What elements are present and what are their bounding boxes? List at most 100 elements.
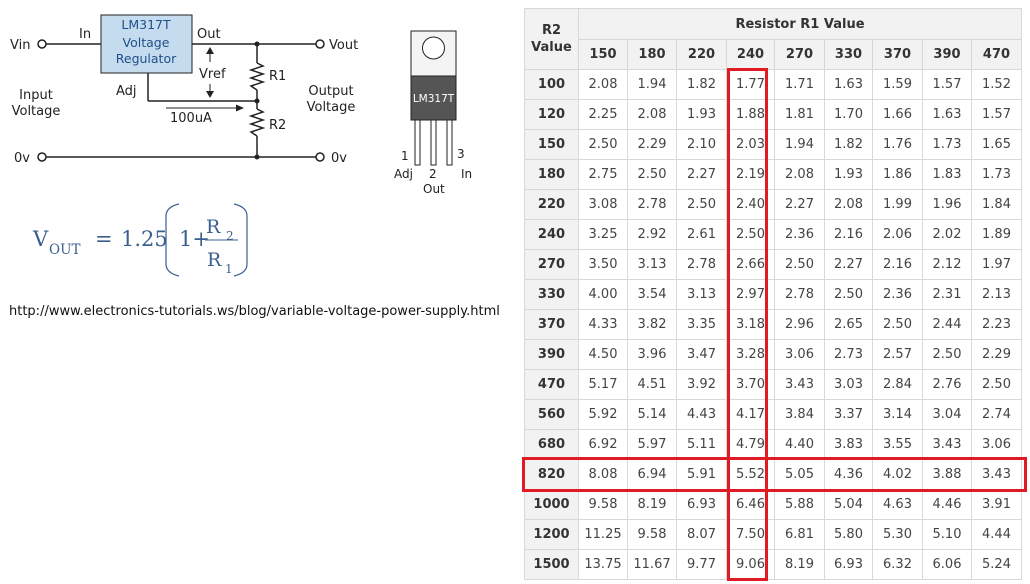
row-header: 680 (524, 429, 579, 460)
table-cell: 4.50 (578, 339, 628, 370)
table-cell: 13.75 (578, 549, 628, 580)
table-cell: 5.14 (627, 399, 677, 430)
row-header: 1500 (524, 549, 579, 580)
table-row: 680 6.92 5.97 5.11 4.79 4.40 3.83 3.55 3.43 3.06 (524, 429, 1022, 460)
table-row: 1200 11.25 9.58 8.07 7.50 6.81 5.80 5.30 5.10 4.4… (524, 519, 1022, 550)
table-cell: 2.50 (824, 279, 873, 310)
table-cell: 1.52 (971, 69, 1022, 100)
table-cell: 2.50 (971, 369, 1022, 400)
column-header: 330 (824, 39, 873, 70)
table-cell: 2.50 (922, 339, 972, 370)
row-header: 220 (524, 189, 579, 220)
table-cell: 5.17 (578, 369, 628, 400)
table-cell: 1.63 (922, 99, 972, 130)
table-cell: 3.96 (627, 339, 677, 370)
table-cell: 4.63 (872, 489, 923, 520)
row-header: 240 (524, 219, 579, 250)
row-header: 390 (524, 339, 579, 370)
table-cell: 5.92 (578, 399, 628, 430)
table-cell: 1.83 (922, 159, 972, 190)
table-row: 120 2.25 2.08 1.93 1.88 1.81 1.70 1.66 1.63 1.57 (524, 99, 1022, 130)
column-header: 270 (774, 39, 825, 70)
table-cell: 2.27 (774, 189, 825, 220)
regulator-label-2: Voltage (123, 35, 170, 50)
table-cell: 4.17 (726, 399, 775, 430)
pin-1-lead (414, 119, 421, 166)
formula-r2: R (206, 216, 221, 238)
table-cell: 3.18 (726, 309, 775, 340)
table-cell: 2.96 (774, 309, 825, 340)
table-cell: 6.94 (627, 459, 677, 490)
resistor-table-container: R2 Value Resistor R1 Value 150 180 220 240 27… (522, 8, 1027, 581)
vin-terminal (37, 39, 47, 49)
formula-r1: R (207, 249, 222, 271)
table-cell: 2.78 (774, 279, 825, 310)
table-cell: 3.08 (578, 189, 628, 220)
table-cell: 2.27 (824, 249, 873, 280)
row-header: 180 (524, 159, 579, 190)
table-row: 470 5.17 4.51 3.92 3.70 3.43 3.03 2.84 2.76 2.50 (524, 369, 1022, 400)
table-cell: 3.43 (922, 429, 972, 460)
table-row: 330 4.00 3.54 3.13 2.97 2.78 2.50 2.36 2.31 2.13 (524, 279, 1022, 310)
table-cell: 1.93 (824, 159, 873, 190)
table-cell: 2.50 (872, 309, 923, 340)
table-row: 560 5.92 5.14 4.43 4.17 3.84 3.37 3.14 3.04 2.74 (524, 399, 1022, 430)
vref-arrow-down-icon (206, 91, 214, 98)
table-cell: 2.27 (676, 159, 727, 190)
table-cell: 2.31 (922, 279, 972, 310)
table-cell: 1.81 (774, 99, 825, 130)
ground-left-terminal (37, 152, 47, 162)
table-cell: 9.58 (578, 489, 628, 520)
table-cell: 2.84 (872, 369, 923, 400)
table-cell: 1.57 (971, 99, 1022, 130)
table-cell: 6.93 (824, 549, 873, 580)
formula-v: V (32, 227, 49, 251)
table-cell: 5.05 (774, 459, 825, 490)
row-header: 100 (524, 69, 579, 100)
table-cell: 2.02 (922, 219, 972, 250)
current-label: 100uA (170, 111, 212, 126)
table-cell: 5.91 (676, 459, 727, 490)
table-cell: 3.47 (676, 339, 727, 370)
table-cell: 3.06 (774, 339, 825, 370)
pin-2-name: Out (423, 182, 445, 196)
ground-right-label: 0v (331, 151, 347, 166)
table-cell: 3.54 (627, 279, 677, 310)
table-cell: 2.50 (774, 249, 825, 280)
table-cell: 2.61 (676, 219, 727, 250)
pin-2-number: 2 (429, 167, 437, 181)
table-cell: 2.50 (578, 129, 628, 160)
table-cell: 2.08 (627, 99, 677, 130)
table-row: 820 8.08 6.94 5.91 5.52 5.05 4.36 4.02 3.88 3.43 (524, 459, 1022, 490)
corner-line-2: Value (531, 40, 572, 55)
column-header: 370 (872, 39, 923, 70)
column-header: 180 (627, 39, 677, 70)
table-row: 1500 13.75 11.67 9.77 9.06 8.19 6.93 6.32 6.06 5.… (524, 549, 1022, 580)
table-cell: 1.77 (726, 69, 775, 100)
table-title: Resistor R1 Value (578, 8, 1022, 40)
table-cell: 1.94 (774, 129, 825, 160)
table-cell: 5.88 (774, 489, 825, 520)
vin-label: Vin (10, 38, 30, 53)
table-cell: 3.03 (824, 369, 873, 400)
input-voltage-label-2: Voltage (12, 104, 61, 119)
table-cell: 2.57 (872, 339, 923, 370)
table-cell: 2.50 (726, 219, 775, 250)
table-cell: 6.92 (578, 429, 628, 460)
formula-out-subscript: OUT (49, 242, 80, 258)
pin-3-number: 3 (457, 147, 465, 161)
table-cell: 1.86 (872, 159, 923, 190)
table-cell: 6.32 (872, 549, 923, 580)
table-cell: 3.35 (676, 309, 727, 340)
r2-label: R2 (269, 118, 286, 133)
output-voltage-label-2: Voltage (307, 100, 356, 115)
table-row: 100 2.08 1.94 1.82 1.77 1.71 1.63 1.59 1.57 1.52 (524, 69, 1022, 100)
table-cell: 3.43 (774, 369, 825, 400)
table-cell: 3.84 (774, 399, 825, 430)
table-cell: 3.70 (726, 369, 775, 400)
source-url: http://www.electronics-tutorials.ws/blog… (9, 304, 500, 319)
table-cell: 1.70 (824, 99, 873, 130)
table-cell: 2.12 (922, 249, 972, 280)
table-cell: 9.06 (726, 549, 775, 580)
pin-3-name: In (461, 167, 472, 181)
